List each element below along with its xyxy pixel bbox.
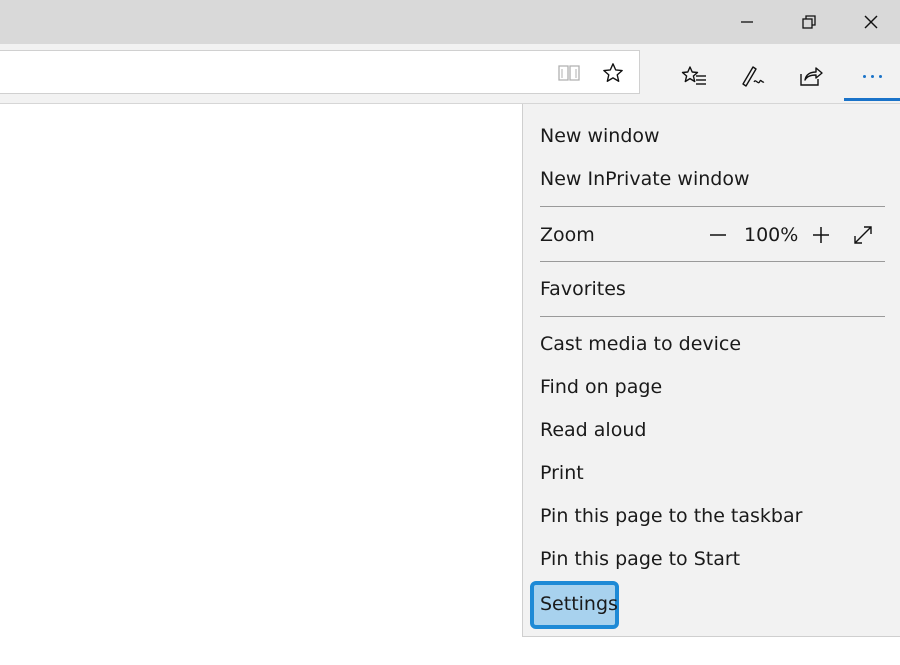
restore-button[interactable]	[780, 0, 838, 44]
star-icon	[603, 63, 623, 82]
menu-item-print[interactable]: Print	[540, 461, 584, 485]
fullscreen-expand-icon	[854, 226, 872, 244]
pen-icon	[742, 66, 765, 87]
menu-item-pin-taskbar[interactable]: Pin this page to the taskbar	[540, 504, 802, 528]
menu-item-favorites[interactable]: Favorites	[540, 277, 626, 301]
hub-button[interactable]	[666, 50, 722, 102]
notes-button[interactable]	[725, 50, 781, 102]
close-button[interactable]	[842, 0, 900, 44]
more-dots-icon	[862, 74, 882, 78]
zoom-level: 100%	[744, 224, 799, 246]
menu-item-read-aloud[interactable]: Read aloud	[540, 418, 646, 442]
favorites-hub-icon	[681, 66, 706, 85]
minimize-button[interactable]	[718, 0, 776, 44]
menu-separator	[540, 261, 885, 262]
minimize-icon	[741, 21, 753, 23]
add-favorite-button[interactable]	[600, 60, 626, 86]
menu-separator	[540, 316, 885, 317]
menu-separator	[540, 206, 885, 207]
fullscreen-button[interactable]	[850, 220, 876, 250]
address-bar[interactable]	[0, 50, 640, 94]
menu-item-new-window[interactable]: New window	[540, 124, 660, 148]
menu-item-settings[interactable]: Settings	[540, 592, 618, 616]
zoom-out-button[interactable]	[707, 220, 729, 250]
menu-item-pin-start[interactable]: Pin this page to Start	[540, 547, 740, 571]
minus-icon	[710, 234, 726, 236]
restore-icon	[802, 15, 816, 29]
menu-item-cast-media[interactable]: Cast media to device	[540, 332, 741, 356]
menu-item-find-on-page[interactable]: Find on page	[540, 375, 662, 399]
close-icon	[864, 15, 878, 29]
browser-toolbar	[0, 44, 900, 104]
more-button[interactable]	[844, 50, 900, 102]
zoom-in-button[interactable]	[810, 220, 832, 250]
plus-icon	[813, 227, 829, 243]
share-icon	[800, 67, 823, 86]
more-menu: New window New InPrivate window Zoom 100…	[522, 104, 900, 637]
title-bar	[0, 0, 900, 44]
more-button-active-indicator	[844, 98, 900, 101]
book-icon	[558, 65, 580, 81]
menu-item-zoom-label: Zoom	[540, 224, 595, 246]
share-button[interactable]	[783, 50, 839, 102]
menu-item-new-inprivate-window[interactable]: New InPrivate window	[540, 167, 750, 191]
reading-view-button[interactable]	[556, 60, 582, 86]
